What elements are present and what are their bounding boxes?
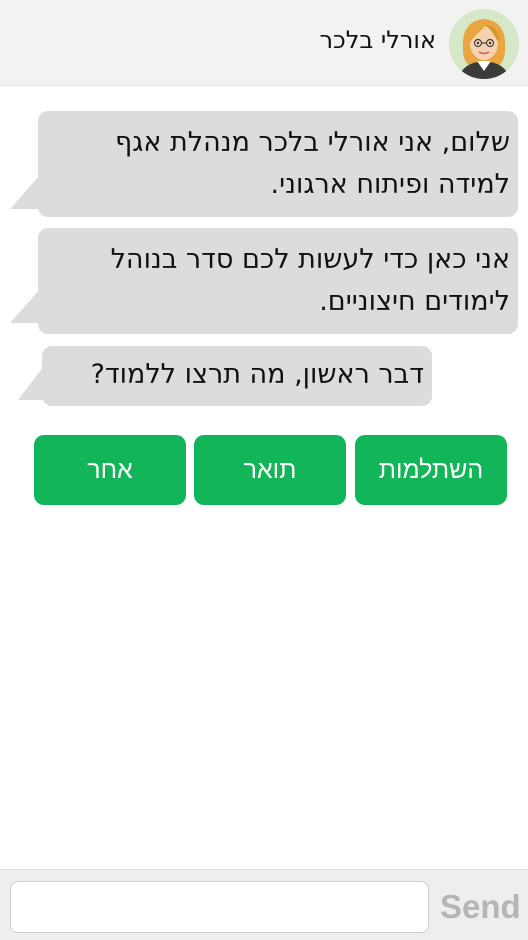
choice-button-acher[interactable]: אחר	[34, 435, 186, 505]
quick-replies: השתלמות תואר אחר	[34, 435, 507, 505]
send-button[interactable]: Send	[440, 884, 524, 930]
choice-button-hishtalmut[interactable]: השתלמות	[355, 435, 507, 505]
bubble-tail	[10, 289, 40, 323]
message-line: אני כאן כדי לעשות לכם סדר בנוהל	[110, 244, 510, 275]
contact-name: אורלי בלכר	[319, 26, 436, 54]
incoming-message-2: אני כאן כדי לעשות לכם סדר בנוהל לימודים …	[10, 228, 518, 334]
woman-avatar-icon	[449, 9, 519, 79]
message-line: לימודים חיצוניים.	[319, 286, 510, 317]
message-input[interactable]	[10, 881, 429, 933]
message-composer: Send	[0, 869, 528, 940]
choice-button-toar[interactable]: תואר	[194, 435, 346, 505]
incoming-message-3: דבר ראשון, מה תרצו ללמוד?	[18, 346, 432, 406]
message-line: למידה ופיתוח ארגוני.	[270, 169, 510, 200]
chat-header: אורלי בלכר	[0, 0, 528, 86]
message-line: דבר ראשון, מה תרצו ללמוד?	[90, 359, 424, 390]
incoming-message-1: שלום, אני אורלי בלכר מנהלת אגף למידה ופי…	[10, 111, 518, 217]
message-line: שלום, אני אורלי בלכר מנהלת אגף	[115, 127, 510, 158]
bubble-tail	[18, 366, 44, 400]
bubble-tail	[10, 175, 40, 209]
